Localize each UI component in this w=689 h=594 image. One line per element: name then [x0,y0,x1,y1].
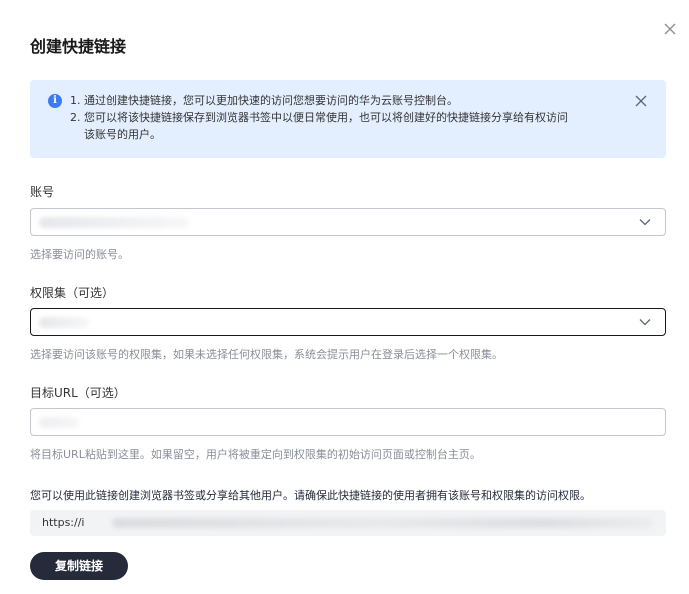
target-url-value-redacted [39,417,79,428]
dialog-close-icon[interactable] [659,18,681,40]
info-text: 1. 通过创建快捷链接，您可以更加快速的访问您想要访问的华为云账号控制台。 2.… [70,92,630,143]
shortcut-link-url: https://i [42,516,85,529]
permission-set-hint: 选择要访问该账号的权限集，如果未选择任何权限集，系统会提示用户在登录后选择一个权… [30,348,503,361]
permission-set-value-redacted [39,317,89,328]
target-url-hint: 将目标URL粘贴到这里。如果留空，用户将被重定向到权限集的初始访问页面或控制台主… [30,448,481,461]
chevron-down-icon [639,319,651,326]
shortcut-link-field[interactable]: https://i [30,510,666,536]
target-url-input[interactable] [30,408,666,436]
permission-set-select[interactable] [30,308,666,336]
info-line-3: 该账号的用户。 [84,128,161,141]
copy-link-button[interactable]: 复制链接 [30,552,128,580]
info-line-2: 2. 您可以将该快捷链接保存到浏览器书签中以便日常使用，也可以将创建好的快捷链接… [70,111,568,124]
permission-set-label: 权限集（可选） [30,286,115,300]
account-select[interactable] [30,208,666,236]
info-banner: i 1. 通过创建快捷链接，您可以更加快速的访问您想要访问的华为云账号控制台。 … [30,80,666,158]
account-label: 账号 [30,185,55,199]
info-icon: i [48,94,62,108]
target-url-label: 目标URL（可选） [30,386,126,400]
close-icon[interactable] [634,93,648,107]
link-notice: 您可以使用此链接创建浏览器书签或分享给其他用户。请确保此快捷链接的使用者拥有该账… [30,489,591,502]
shortcut-link-redacted [112,518,652,528]
dialog-title: 创建快捷链接 [30,37,127,56]
account-hint: 选择要访问的账号。 [30,248,129,261]
chevron-down-icon [639,219,651,226]
info-line-1: 1. 通过创建快捷链接，您可以更加快速的访问您想要访问的华为云账号控制台。 [70,94,458,107]
account-value-redacted [39,217,189,228]
